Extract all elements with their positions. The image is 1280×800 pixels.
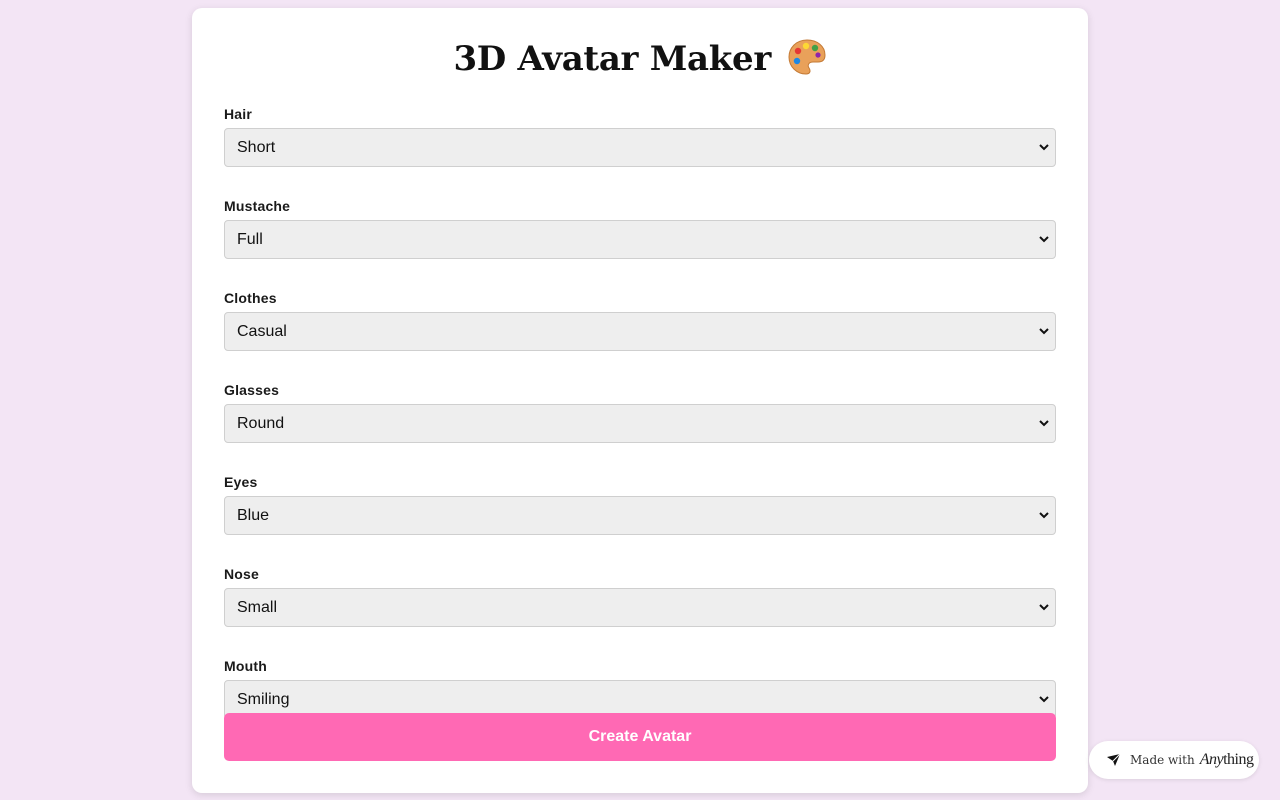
made-with-text: Made with <box>1130 753 1195 767</box>
field-nose: Nose Small <box>224 565 1056 627</box>
field-mustache: Mustache Full <box>224 197 1056 259</box>
clothes-select-wrap: Casual <box>224 312 1056 351</box>
mustache-select[interactable]: Full <box>224 220 1056 259</box>
eyes-select[interactable]: Blue <box>224 496 1056 535</box>
nose-select-wrap: Small <box>224 588 1056 627</box>
glasses-label: Glasses <box>224 382 280 398</box>
avatar-options-form: Hair Short Mustache Full Clothes Casual … <box>224 105 1056 749</box>
page-title-text: 3D Avatar Maker <box>453 39 771 79</box>
field-mouth: Mouth Smiling <box>224 657 1056 719</box>
mustache-select-wrap: Full <box>224 220 1056 259</box>
brand-rest-part: thing <box>1223 751 1254 768</box>
eyes-label: Eyes <box>224 474 258 490</box>
brand-italic-part: Any <box>1199 751 1224 768</box>
hair-select-wrap: Short <box>224 128 1056 167</box>
hair-label: Hair <box>224 106 253 122</box>
page-title: 3D Avatar Maker <box>224 8 1056 86</box>
field-hair: Hair Short <box>224 105 1056 167</box>
clothes-select[interactable]: Casual <box>224 312 1056 351</box>
eyes-select-wrap: Blue <box>224 496 1056 535</box>
field-clothes: Clothes Casual <box>224 289 1056 351</box>
avatar-maker-card: 3D Avatar Maker Hair Short Mustache Full <box>192 8 1088 793</box>
hair-select[interactable]: Short <box>224 128 1056 167</box>
glasses-select-wrap: Round <box>224 404 1056 443</box>
glasses-select[interactable]: Round <box>224 404 1056 443</box>
nose-select[interactable]: Small <box>224 588 1056 627</box>
anything-logo-icon <box>1107 753 1121 766</box>
made-with-badge[interactable]: Made with Anything <box>1089 741 1259 779</box>
mouth-label: Mouth <box>224 658 267 674</box>
field-glasses: Glasses Round <box>224 381 1056 443</box>
create-avatar-button[interactable]: Create Avatar <box>224 713 1056 761</box>
field-eyes: Eyes Blue <box>224 473 1056 535</box>
clothes-label: Clothes <box>224 290 277 306</box>
nose-label: Nose <box>224 566 260 582</box>
anything-brand: Anything <box>1200 751 1254 769</box>
mustache-label: Mustache <box>224 198 291 214</box>
palette-icon <box>788 39 826 75</box>
